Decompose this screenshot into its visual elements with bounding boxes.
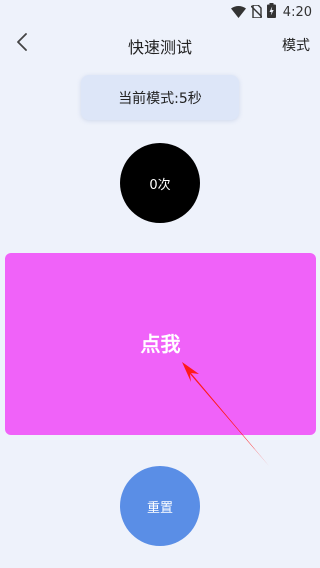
wifi-icon — [230, 3, 246, 22]
tap-button[interactable]: 点我 — [5, 253, 316, 435]
nav-bar: 快速测试 模式 — [0, 26, 320, 62]
reset-button[interactable]: 重置 — [120, 466, 200, 546]
current-mode-display: 当前模式:5秒 — [81, 75, 239, 120]
mode-button[interactable]: 模式 — [282, 35, 310, 55]
click-counter: 0次 — [120, 143, 200, 223]
status-icons: 4:20 — [230, 2, 312, 22]
battery-charging-icon — [266, 2, 276, 22]
status-bar: 4:20 — [0, 0, 320, 24]
status-time: 4:20 — [282, 4, 312, 20]
no-sim-icon — [250, 3, 263, 22]
tap-button-label: 点我 — [140, 331, 181, 356]
page-title: 快速测试 — [127, 38, 192, 57]
